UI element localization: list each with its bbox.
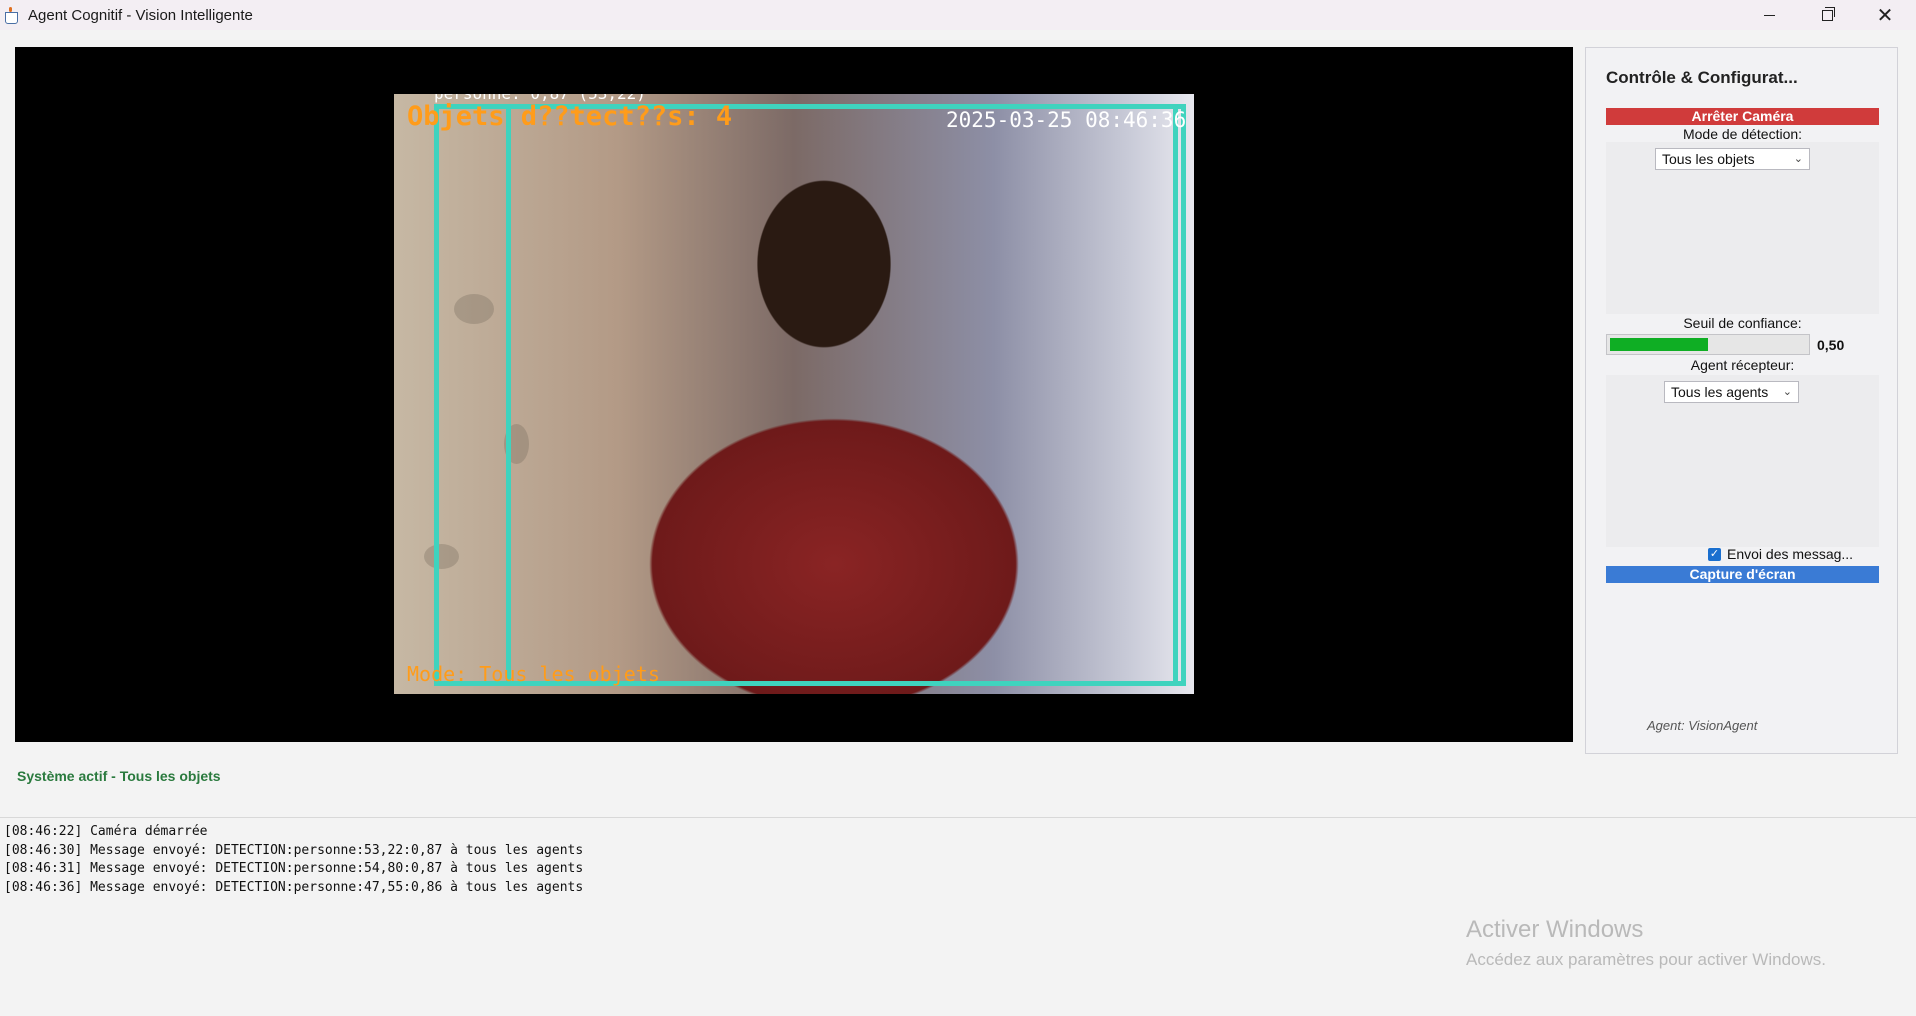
detection-mode-label: Mode de détection: (1682, 126, 1803, 142)
confidence-threshold-fill (1610, 338, 1708, 351)
control-panel-title: Contrôle & Configurat... (1606, 68, 1798, 87)
screen-capture-button[interactable]: Capture d'écran (1606, 566, 1879, 583)
checkmark-icon: ✓ (1709, 548, 1720, 560)
detection-mode-value: Tous les objets (1662, 151, 1755, 167)
confidence-threshold-slider[interactable] (1606, 334, 1810, 355)
send-messages-checkbox[interactable]: ✓ (1708, 548, 1721, 561)
log-line: [08:46:36] Message envoyé: DETECTION:per… (4, 880, 584, 896)
receiver-agent-value: Tous les agents (1671, 384, 1769, 400)
mode-overlay: Mode: Tous les objets (407, 662, 660, 686)
agent-name-label: Agent: VisionAgent (1647, 718, 1758, 733)
video-panel: personne: 0,87 (53,22) Objets d??tect??s… (15, 47, 1573, 742)
log-line: [08:46:22] Caméra démarrée (4, 824, 208, 839)
camera-feed: personne: 0,87 (53,22) Objets d??tect??s… (394, 94, 1194, 694)
log-line: [08:46:30] Message envoyé: DETECTION:per… (4, 842, 584, 858)
chevron-down-icon: ⌄ (1782, 386, 1792, 398)
chevron-down-icon: ⌄ (1793, 153, 1803, 165)
detection-box (506, 104, 1178, 686)
objects-count-overlay: Objets d??tect??s: 4 (407, 101, 733, 132)
close-icon: ✕ (1876, 3, 1894, 27)
confidence-threshold-label: Seuil de confiance: (1683, 315, 1802, 331)
receiver-agent-label: Agent récepteur: (1690, 357, 1795, 373)
stop-camera-button[interactable]: Arrêter Caméra (1606, 108, 1879, 125)
minimize-button[interactable] (1740, 0, 1798, 30)
maximize-button[interactable] (1798, 0, 1856, 30)
system-status: Système actif - Tous les objets (17, 768, 221, 784)
detection-mode-select[interactable]: Tous les objets ⌄ (1655, 148, 1810, 170)
java-cup-icon (4, 7, 18, 24)
control-panel: Contrôle & Configurat... Arrêter Caméra … (1585, 47, 1898, 754)
close-button[interactable]: ✕ (1856, 0, 1914, 30)
activation-watermark-subtitle: Accédez aux paramètres pour activer Wind… (1466, 950, 1826, 969)
title-bar: Agent Cognitif - Vision Intelligente ✕ (0, 0, 1916, 30)
send-messages-label[interactable]: Envoi des messag... (1727, 546, 1853, 562)
minimize-icon (1763, 14, 1775, 16)
confidence-threshold-value: 0,50 (1817, 337, 1845, 353)
restore-icon (1821, 6, 1835, 21)
activation-watermark-title: Activer Windows (1466, 916, 1644, 943)
log-line: [08:46:31] Message envoyé: DETECTION:per… (4, 861, 584, 877)
window-title: Agent Cognitif - Vision Intelligente (28, 6, 253, 24)
timestamp-overlay: 2025-03-25 08:46:36 (946, 108, 1187, 132)
receiver-agent-select[interactable]: Tous les agents ⌄ (1664, 381, 1799, 403)
